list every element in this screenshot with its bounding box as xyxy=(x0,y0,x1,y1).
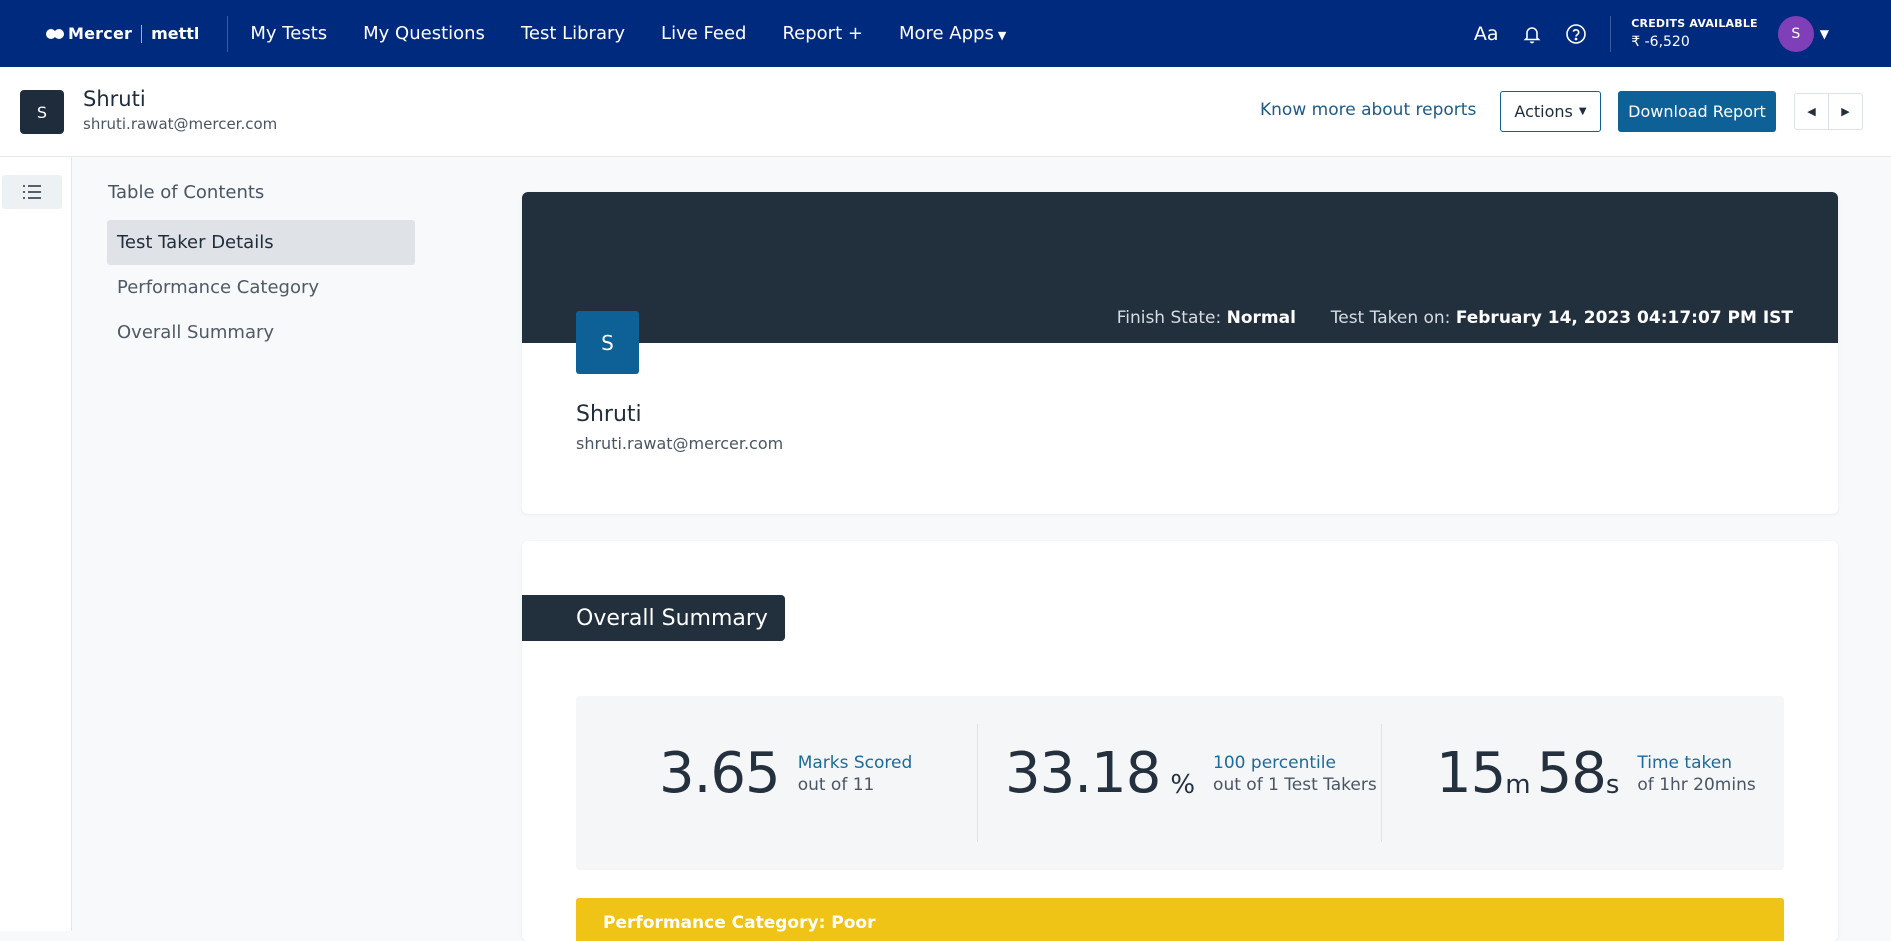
nav-my-questions[interactable]: My Questions xyxy=(363,23,485,44)
report-header: S Shruti shruti.rawat@mercer.com Know mo… xyxy=(0,67,1891,157)
test-taken-value: February 14, 2023 04:17:07 PM IST xyxy=(1455,308,1793,328)
nav-more-apps-label: More Apps xyxy=(898,23,994,44)
candidate-large-avatar: S xyxy=(576,311,639,374)
toc-toggle-button[interactable] xyxy=(2,175,62,209)
time-sub: of 1hr 20mins xyxy=(1637,775,1756,795)
overall-summary-heading: Overall Summary xyxy=(522,595,785,641)
actions-dropdown-button[interactable]: Actions ▼ xyxy=(1500,91,1601,132)
percentile-label: 100 percentile xyxy=(1213,753,1336,773)
know-more-link[interactable]: Know more about reports xyxy=(1260,100,1476,120)
caret-down-icon[interactable]: ▼ xyxy=(1820,27,1829,41)
nav-test-library[interactable]: Test Library xyxy=(521,23,625,44)
candidate-email: shruti.rawat@mercer.com xyxy=(576,434,784,453)
percentile-sub: out of 1 Test Takers xyxy=(1213,775,1377,795)
percentage-unit: % xyxy=(1170,770,1196,800)
nav-my-tests[interactable]: My Tests xyxy=(250,23,327,44)
marks-stat: 3.65 Marks Scored out of 11 xyxy=(659,746,912,802)
time-label: Time taken xyxy=(1637,753,1732,773)
next-arrow-icon[interactable]: ▶ xyxy=(1829,94,1862,129)
nav-live-feed[interactable]: Live Feed xyxy=(661,23,746,44)
candidate-name: Shruti xyxy=(83,87,146,111)
toc-title: Table of Contents xyxy=(108,182,265,203)
time-seconds-unit: s xyxy=(1605,770,1620,800)
test-taken-label: Test Taken on: xyxy=(1330,308,1451,328)
test-taker-details-card: Finish State: Normal Test Taken on: Febr… xyxy=(522,192,1838,514)
finish-state-label: Finish State: xyxy=(1116,308,1222,328)
top-navbar: Mercer mettl My Tests My Questions Test … xyxy=(0,0,1891,67)
nav-right-divider xyxy=(1610,15,1612,52)
toc-item-test-taker-details[interactable]: Test Taker Details xyxy=(107,220,415,265)
previous-arrow-icon[interactable]: ◀ xyxy=(1795,94,1829,129)
bell-icon[interactable] xyxy=(1520,22,1544,46)
summary-stats: 3.65 Marks Scored out of 11 33.18 % 100 … xyxy=(576,696,1784,870)
list-icon xyxy=(23,185,41,199)
credits-label: CREDITS AVAILABLE xyxy=(1631,17,1758,30)
nav-divider xyxy=(227,15,229,52)
mercer-logo-icon xyxy=(46,28,64,39)
nav-right-group: Aa CREDITS AVAILABLE ₹ -6,520 S ▼ xyxy=(1472,0,1891,67)
overall-summary-card: Overall Summary 3.65 Marks Scored out of… xyxy=(522,541,1838,941)
time-minutes: 15 xyxy=(1436,741,1506,806)
candidate-name: Shruti xyxy=(576,402,642,427)
finish-state-value: Normal xyxy=(1226,308,1296,328)
candidate-avatar: S xyxy=(20,90,64,134)
credits-value: ₹ -6,520 xyxy=(1631,34,1690,50)
mercer-mettl-logo[interactable]: Mercer mettl xyxy=(46,0,199,67)
mercer-wordmark: Mercer xyxy=(68,24,133,43)
percentage-stat: 33.18 % 100 percentile out of 1 Test Tak… xyxy=(1005,746,1377,802)
time-stat: 15 m 58 s Time taken of 1hr 20mins xyxy=(1436,746,1756,802)
finish-info: Finish State: Normal Test Taken on: Febr… xyxy=(1117,308,1793,328)
stat-divider xyxy=(1381,724,1382,842)
marks-sub: out of 11 xyxy=(797,775,875,795)
toc-item-performance-category[interactable]: Performance Category xyxy=(107,265,415,310)
actions-label: Actions xyxy=(1514,102,1573,121)
caret-down-icon: ▼ xyxy=(997,29,1007,42)
candidate-email: shruti.rawat@mercer.com xyxy=(83,115,278,133)
logo-divider xyxy=(141,24,143,43)
mettl-wordmark: mettl xyxy=(151,24,200,43)
marks-label: Marks Scored xyxy=(797,753,913,773)
caret-down-icon: ▼ xyxy=(1578,106,1587,117)
font-size-icon[interactable]: Aa xyxy=(1472,22,1500,46)
stat-divider xyxy=(977,724,978,842)
left-rail xyxy=(0,157,72,931)
help-icon[interactable] xyxy=(1564,22,1588,46)
time-seconds: 58 xyxy=(1536,741,1607,806)
nav-report-plus[interactable]: Report + xyxy=(782,23,862,44)
credits-available: CREDITS AVAILABLE ₹ -6,520 xyxy=(1631,17,1758,50)
time-minutes-unit: m xyxy=(1505,770,1531,800)
marks-value: 3.65 xyxy=(659,741,781,806)
toc-item-overall-summary[interactable]: Overall Summary xyxy=(107,310,415,355)
report-pager: ◀ ▶ xyxy=(1794,93,1863,130)
nav-more-apps[interactable]: More Apps ▼ xyxy=(899,23,1006,44)
download-report-button[interactable]: Download Report xyxy=(1618,91,1776,132)
performance-category-bar: Performance Category: Poor xyxy=(576,898,1784,941)
user-avatar[interactable]: S xyxy=(1777,15,1814,52)
percentage-value: 33.18 xyxy=(1005,741,1161,806)
